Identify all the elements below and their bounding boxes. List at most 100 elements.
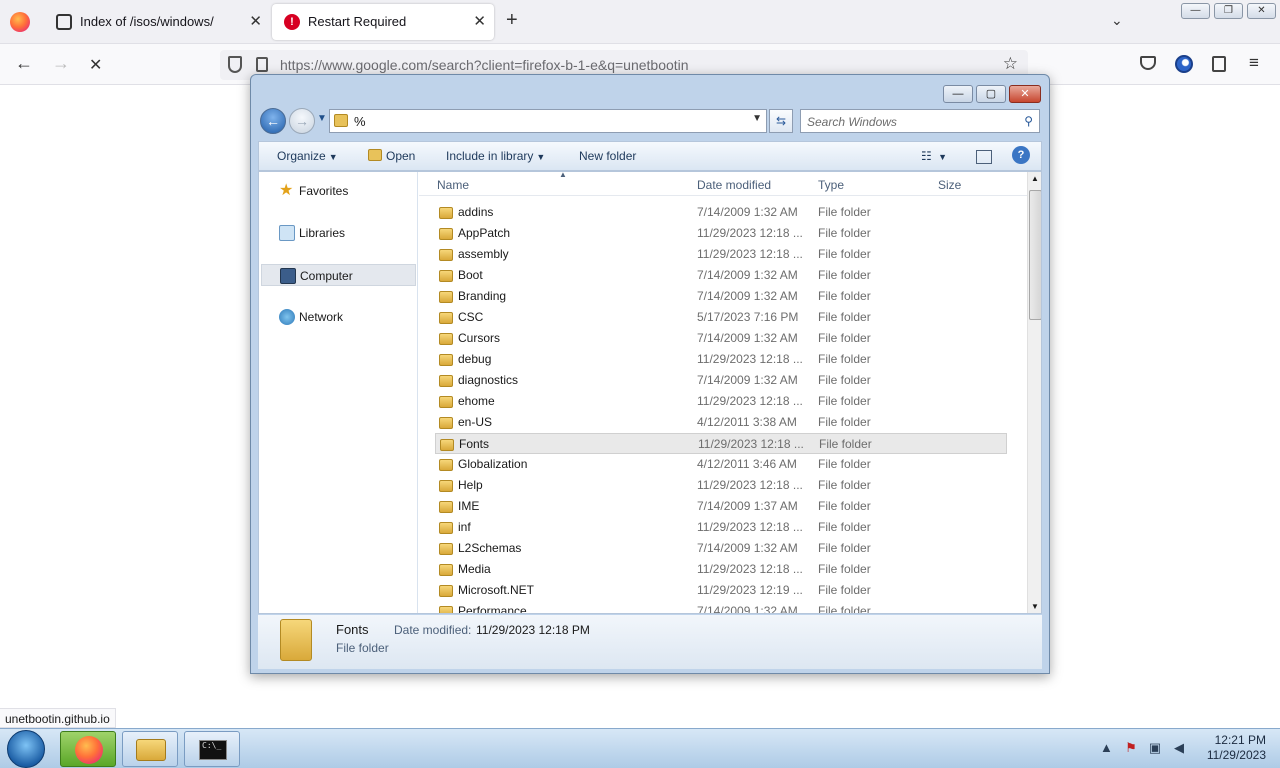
table-row[interactable]: L2Schemas 7/14/2009 1:32 AM File folder	[435, 538, 1007, 559]
table-row[interactable]: Fonts 11/29/2023 12:18 ... File folder	[435, 433, 1007, 454]
menu-icon[interactable]: ≡	[1249, 53, 1259, 73]
recent-pages-chevron-icon[interactable]: ▼	[317, 113, 327, 124]
restore-window-button[interactable]: ❐	[1214, 3, 1243, 19]
close-window-button[interactable]: ✕	[1247, 3, 1276, 19]
table-row[interactable]: Globalization 4/12/2011 3:46 AM File folde…	[435, 454, 1007, 475]
file-type: File folder	[818, 478, 871, 492]
address-input[interactable]: %	[354, 114, 366, 129]
scroll-up-icon[interactable]: ▲	[1031, 174, 1039, 183]
file-type: File folder	[818, 205, 871, 219]
file-name: Boot	[458, 268, 483, 282]
file-date: 11/29/2023 12:18 ...	[697, 478, 803, 492]
tracking-protection-shield-icon[interactable]	[228, 56, 242, 73]
extensions-icon[interactable]	[1212, 56, 1226, 72]
vertical-scrollbar[interactable]: ▲ ▼	[1027, 172, 1041, 613]
preview-pane-icon[interactable]	[976, 150, 992, 164]
pocket-icon[interactable]	[1140, 56, 1156, 70]
refresh-button[interactable]: ⇆	[769, 109, 793, 133]
scroll-down-icon[interactable]: ▼	[1031, 602, 1039, 611]
table-row[interactable]: Media 11/29/2023 12:18 ... File folder	[435, 559, 1007, 580]
clock-date: 11/29/2023	[1206, 748, 1266, 762]
dialog-minimize-button[interactable]: —	[943, 85, 973, 103]
file-date: 11/29/2023 12:18 ...	[698, 437, 804, 451]
search-input[interactable]: Search Windows	[807, 115, 897, 129]
page-info-icon[interactable]	[256, 57, 268, 72]
new-folder-button[interactable]: New folder	[579, 149, 636, 163]
column-header-type[interactable]: Type	[818, 178, 844, 192]
volume-muted-icon[interactable]: ◀	[1171, 740, 1187, 756]
network-status-icon[interactable]: ▣	[1147, 740, 1163, 756]
dialog-maximize-button[interactable]: ▢	[976, 85, 1006, 103]
help-icon[interactable]: ?	[1012, 146, 1030, 164]
table-row[interactable]: debug 11/29/2023 12:18 ... File folder	[435, 349, 1007, 370]
dialog-close-button[interactable]: ✕	[1009, 85, 1041, 103]
search-box[interactable]: Search Windows ⚲	[800, 109, 1040, 133]
start-button[interactable]	[7, 730, 45, 768]
back-arrow-icon[interactable]: ←	[260, 108, 286, 134]
table-row[interactable]: Boot 7/14/2009 1:32 AM File folder	[435, 265, 1007, 286]
table-row[interactable]: addins 7/14/2009 1:32 AM File folder	[435, 202, 1007, 223]
column-header-date[interactable]: Date modified	[697, 178, 771, 192]
table-row[interactable]: ehome 11/29/2023 12:18 ... File folder	[435, 391, 1007, 412]
column-header-size[interactable]: Size	[938, 178, 961, 192]
folder-icon	[439, 375, 453, 387]
change-view-icon[interactable]: ☷ ▼	[921, 149, 947, 163]
table-row[interactable]: en-US 4/12/2011 3:38 AM File folder	[435, 412, 1007, 433]
table-row[interactable]: IME 7/14/2009 1:37 AM File folder	[435, 496, 1007, 517]
stop-button[interactable]: ✕	[89, 55, 102, 75]
folder-icon	[439, 291, 453, 303]
table-row[interactable]: Branding 7/14/2009 1:32 AM File folder	[435, 286, 1007, 307]
address-bar[interactable]: % ▼	[329, 109, 767, 133]
action-center-icon[interactable]: ⚑	[1123, 740, 1139, 756]
tab-index-of-isos[interactable]: Index of /isos/windows/ ✕	[44, 4, 270, 40]
folder-icon	[439, 270, 453, 282]
include-in-library-button[interactable]: Include in library ▼	[446, 149, 545, 163]
clock-time: 12:21 PM	[1214, 733, 1266, 747]
file-name: Help	[458, 478, 483, 492]
show-hidden-icons-button[interactable]: ▲	[1100, 740, 1113, 755]
nav-item-computer[interactable]: Computer	[261, 264, 416, 286]
details-type: File folder	[336, 641, 389, 655]
folder-icon	[334, 114, 348, 127]
column-header-name[interactable]: Name	[437, 178, 469, 192]
minimize-window-button[interactable]: —	[1181, 3, 1210, 19]
organize-button[interactable]: Organize ▼	[277, 149, 338, 163]
list-all-tabs-button[interactable]: ⌄	[1111, 12, 1123, 29]
close-tab-icon[interactable]: ✕	[249, 4, 262, 40]
new-tab-button[interactable]: +	[506, 9, 518, 32]
back-button[interactable]: ←	[15, 53, 33, 74]
table-row[interactable]: Help 11/29/2023 12:18 ... File folder	[435, 475, 1007, 496]
tab-restart-required[interactable]: ! Restart Required ✕	[272, 4, 494, 40]
url-text[interactable]: https://www.google.com/search?client=fir…	[280, 57, 689, 73]
forward-button[interactable]: →	[52, 53, 70, 74]
search-icon[interactable]: ⚲	[1024, 114, 1033, 128]
table-row[interactable]: CSC 5/17/2023 7:16 PM File folder	[435, 307, 1007, 328]
address-dropdown-icon[interactable]: ▼	[752, 113, 762, 124]
open-button[interactable]: Open	[368, 149, 415, 163]
forward-arrow-icon[interactable]: →	[289, 108, 315, 134]
scrollbar-thumb[interactable]	[1029, 190, 1041, 320]
file-explorer-dialog: — ▢ ✕ ← → ▼ % ▼ ⇆ Search Windows ⚲ Organ…	[250, 74, 1050, 674]
file-type: File folder	[818, 562, 871, 576]
nav-item-network[interactable]: Network	[261, 306, 416, 328]
table-row[interactable]: inf 11/29/2023 12:18 ... File folder	[435, 517, 1007, 538]
status-link: unetbootin.github.io	[0, 708, 116, 728]
table-row[interactable]: AppPatch 11/29/2023 12:18 ... File folder	[435, 223, 1007, 244]
account-icon[interactable]	[1175, 55, 1193, 73]
clock[interactable]: 12:21 PM 11/29/2023	[1190, 733, 1266, 763]
close-tab-icon[interactable]: ✕	[473, 4, 486, 40]
taskbar-firefox-button[interactable]	[60, 731, 116, 767]
bookmark-star-icon[interactable]: ☆	[1003, 54, 1018, 74]
table-row[interactable]: diagnostics 7/14/2009 1:32 AM File folder	[435, 370, 1007, 391]
folder-icon	[439, 480, 453, 492]
table-row[interactable]: assembly 11/29/2023 12:18 ... File folder	[435, 244, 1007, 265]
folder-icon	[439, 312, 453, 324]
table-row[interactable]: Cursors 7/14/2009 1:32 AM File folder	[435, 328, 1007, 349]
table-row[interactable]: Microsoft.NET 11/29/2023 12:19 ... File fo…	[435, 580, 1007, 601]
file-name: Cursors	[458, 331, 501, 345]
nav-item-favorites[interactable]: ★ Favorites	[261, 180, 416, 202]
nav-item-libraries[interactable]: Libraries	[261, 222, 416, 244]
table-row[interactable]: Performance 7/14/2009 1:32 AM File folder	[435, 601, 1007, 613]
taskbar-explorer-button[interactable]	[122, 731, 178, 767]
taskbar-cmd-button[interactable]: C:\_	[184, 731, 240, 767]
